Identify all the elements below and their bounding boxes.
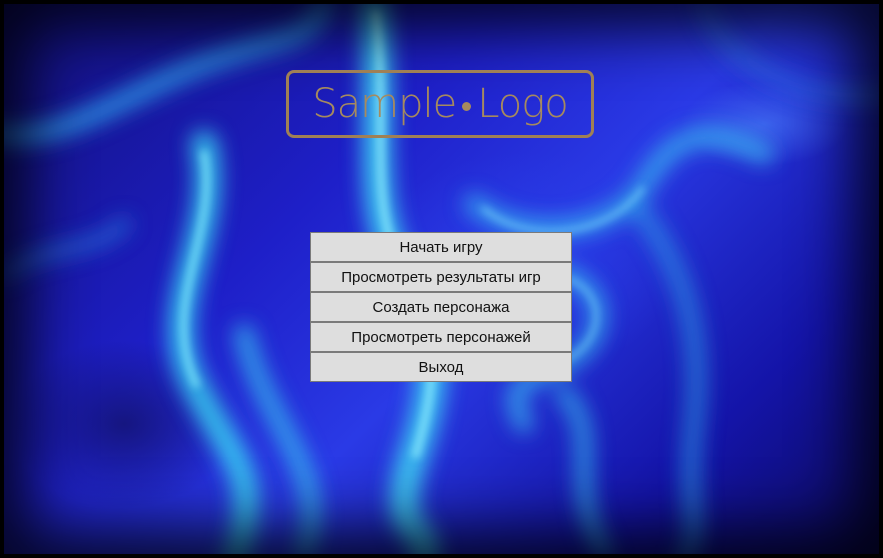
game-window: Sample Logo Начать игру Просмотреть резу… <box>0 0 883 558</box>
view-characters-button[interactable]: Просмотреть персонажей <box>310 322 572 352</box>
exit-button[interactable]: Выход <box>310 352 572 382</box>
logo-word-1: Sample <box>312 81 457 127</box>
start-game-button[interactable]: Начать игру <box>310 232 572 262</box>
create-character-button[interactable]: Создать персонажа <box>310 292 572 322</box>
main-menu: Начать игру Просмотреть результаты игр С… <box>310 232 572 382</box>
view-results-button[interactable]: Просмотреть результаты игр <box>310 262 572 292</box>
logo-word-2: Logo <box>477 81 569 127</box>
sample-logo: Sample Logo <box>286 70 594 138</box>
logo-dot-icon <box>462 101 472 111</box>
